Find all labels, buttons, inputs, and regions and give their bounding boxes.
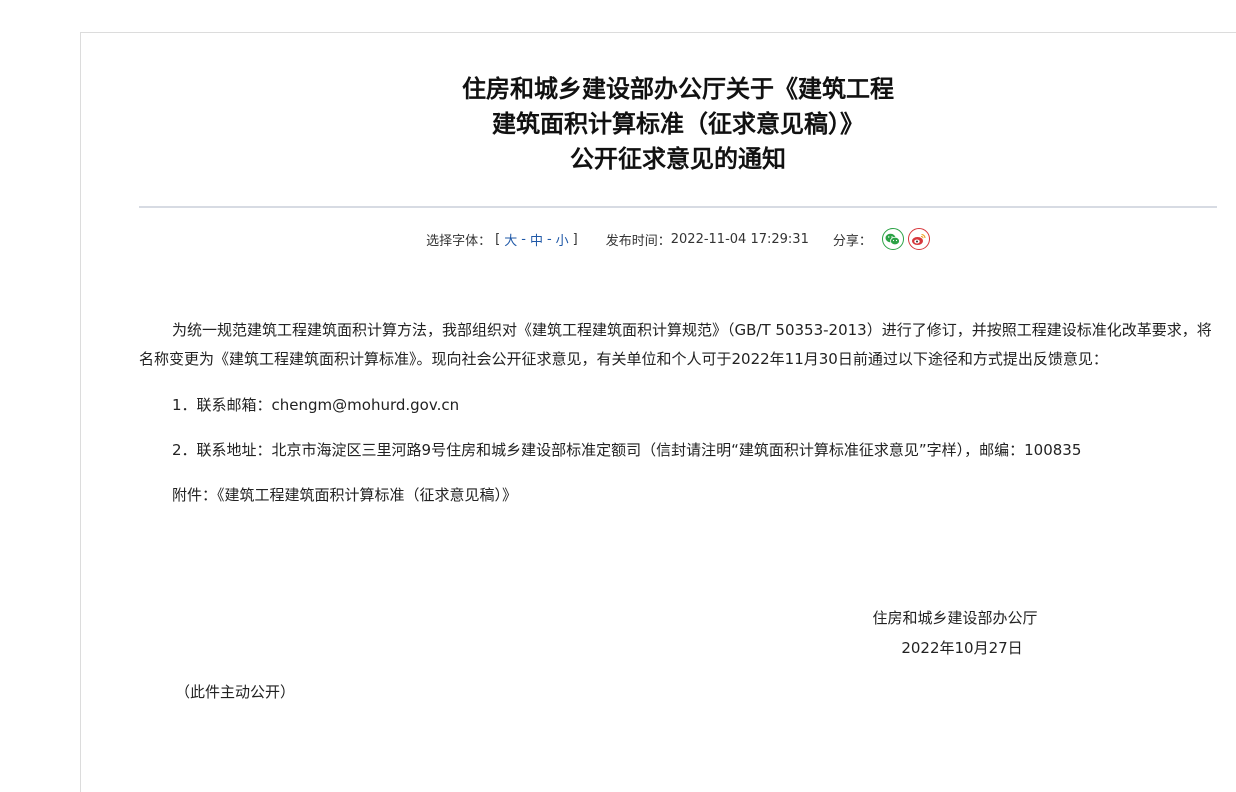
title-line-3: 公开征求意见的通知 [570,145,786,173]
disclosure-note: （此件主动公开） [175,683,296,701]
attachment-link[interactable]: 附件：《建筑工程建筑面积计算标准（征求意见稿）》 [139,481,1223,510]
article-title: 住房和城乡建设部办公厅关于《建筑工程 建筑面积计算标准（征求意见稿）》 公开征求… [139,72,1217,177]
weibo-share-button[interactable] [907,228,930,250]
font-size-bracket-open: [ [495,231,501,247]
article-meta-bar: 选择字体： [ 大 - 中 - 小 ] 发布时间： 2022-11-04 17:… [139,225,1217,253]
font-size-separator: - [546,231,552,247]
signature-block: 住房和城乡建设部办公厅 2022年10月27日 [830,603,1080,663]
font-size-large-link[interactable]: 大 [504,230,517,249]
wechat-share-button[interactable] [881,228,904,250]
title-divider [139,206,1217,208]
intro-paragraph: 为统一规范建筑工程建筑面积计算方法，我部组织对《建筑工程建筑面积计算规范》（GB… [139,321,1212,368]
wechat-icon [885,233,901,245]
share-group: 分享： [833,228,930,250]
issue-date: 2022年10月27日 [901,639,1023,657]
issuer-name: 住房和城乡建设部办公厅 [872,609,1038,627]
contact-address-item: 2．联系地址：北京市海淀区三里河路9号住房和城乡建设部标准定额司（信封请注明“建… [172,441,1082,459]
font-size-bracket-close: ] [572,231,578,247]
title-line-1: 住房和城乡建设部办公厅关于《建筑工程 [462,75,894,103]
weibo-icon [912,233,926,245]
share-label: 分享： [832,233,872,249]
font-size-separator: - [521,231,526,247]
article-body: 为统一规范建筑工程建筑面积计算方法，我部组织对《建筑工程建筑面积计算规范》（GB… [139,316,1223,510]
title-line-2: 建筑面积计算标准（征求意见稿）》 [492,110,864,138]
font-size-label: 选择字体： [426,233,492,249]
font-size-medium-link[interactable]: 中 [530,230,543,249]
publish-time-label: 发布时间： [605,233,671,249]
publish-time: 发布时间： 2022-11-04 17:29:31 [606,230,809,249]
font-size-selector: 选择字体： [ 大 - 中 - 小 ] [426,230,582,249]
contact-email-item: 1．联系邮箱：chengm@mohurd.gov.cn [172,396,460,414]
font-size-small-link[interactable]: 小 [556,230,569,249]
publish-time-value: 2022-11-04 17:29:31 [670,231,809,247]
